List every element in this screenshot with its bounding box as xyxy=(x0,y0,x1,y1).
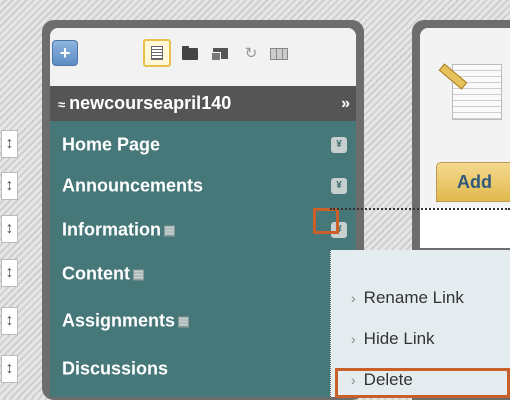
hide-link-menu-item[interactable]: › Hide Link xyxy=(351,329,435,349)
chevron-right-icon: › xyxy=(351,331,356,347)
drag-handle-icon[interactable]: ↕ xyxy=(1,259,18,287)
delete-highlight-box xyxy=(335,368,510,398)
menu-item-discussions[interactable]: Discussions xyxy=(50,347,356,391)
chevron-down-icon[interactable]: ¥ xyxy=(331,178,347,194)
menu-item-information[interactable]: Information ¥ xyxy=(50,208,356,252)
chevron-right-icon: › xyxy=(351,290,356,306)
menu-item-label[interactable]: Discussions xyxy=(62,359,168,380)
menu-item-home-page[interactable]: Home Page ¥ xyxy=(50,123,356,167)
hidden-from-users-icon xyxy=(132,269,144,281)
window-icon[interactable] xyxy=(210,44,232,64)
drag-handle-icon[interactable]: ↕ xyxy=(1,130,18,158)
add-menu-item-button[interactable]: + xyxy=(52,40,78,66)
menu-item-label[interactable]: Announcements xyxy=(62,176,203,197)
divider xyxy=(330,208,510,212)
menu-item-text: Information xyxy=(62,219,161,240)
course-name: newcourseapril140 xyxy=(69,93,232,113)
folder-icon[interactable] xyxy=(180,44,202,64)
grid-icon[interactable] xyxy=(268,44,292,64)
course-menu-list: Home Page ¥ Announcements ¥ Information … xyxy=(50,121,356,397)
menu-item-text: Assignments xyxy=(62,310,176,331)
chevron-down-icon[interactable]: ¥ xyxy=(331,137,347,153)
drag-handle-icon[interactable]: ↕ xyxy=(1,215,18,243)
document-icon xyxy=(452,64,502,120)
menu-item-text: Content xyxy=(62,263,130,284)
drag-handle-icon[interactable]: ↕ xyxy=(1,172,18,200)
menu-item-label[interactable]: Information xyxy=(62,220,175,241)
menu-item-assignments[interactable]: Assignments xyxy=(50,299,356,343)
course-title-bar[interactable]: ≈ newcourseapril140 » xyxy=(50,86,356,121)
collapse-icon[interactable]: ≈ xyxy=(58,97,65,112)
expand-icon[interactable]: » xyxy=(341,86,350,121)
add-button[interactable]: Add xyxy=(436,162,510,202)
hidden-from-users-icon xyxy=(178,316,190,328)
menu-item-label[interactable]: Home Page xyxy=(62,135,160,156)
refresh-icon[interactable]: ↻ xyxy=(240,44,262,64)
rename-link-menu-item[interactable]: › Rename Link xyxy=(351,288,464,308)
list-view-icon[interactable] xyxy=(143,39,171,67)
drag-handle-icon[interactable]: ↕ xyxy=(1,355,18,383)
menu-item-label: Rename Link xyxy=(363,288,464,307)
menu-item-label[interactable]: Assignments xyxy=(62,310,190,332)
menu-item-content[interactable]: Content xyxy=(50,252,356,296)
menu-item-label[interactable]: Content xyxy=(62,264,144,285)
content-area xyxy=(420,208,510,248)
menu-item-announcements[interactable]: Announcements ¥ xyxy=(50,164,356,208)
hidden-from-users-icon xyxy=(164,225,175,237)
menu-item-label: Hide Link xyxy=(363,329,435,348)
drag-handle-icon[interactable]: ↕ xyxy=(1,307,18,335)
course-menu-toolbar xyxy=(50,28,356,86)
